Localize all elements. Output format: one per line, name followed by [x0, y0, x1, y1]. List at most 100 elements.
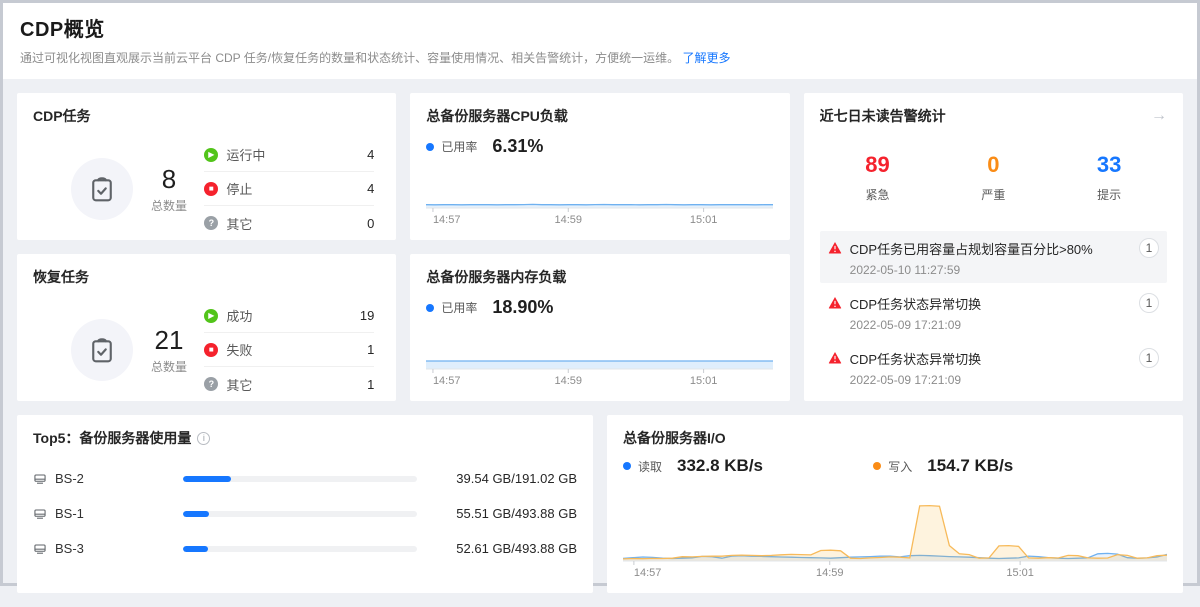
usage-value: 52.61 GB/493.88 GB — [417, 541, 577, 556]
read-value: 332.8 KB/s — [677, 456, 763, 476]
usage-bar — [183, 476, 417, 482]
page-header: CDP概览 通过可视化视图直观展示当前云平台 CDP 任务/恢复任务的数量和状态… — [3, 3, 1197, 79]
cdp-tasks-total: 8 — [151, 164, 187, 195]
alert-title: CDP任务状态异常切换 — [850, 294, 1131, 313]
io-write-legend: 写入 154.7 KB/s — [873, 456, 1123, 476]
alert-stat-notice: 33 提示 — [1051, 152, 1167, 203]
question-status-icon: ? — [204, 216, 218, 230]
svg-text:14:59: 14:59 — [555, 214, 583, 226]
severe-label: 严重 — [935, 186, 1051, 203]
learn-more-link[interactable]: 了解更多 — [682, 51, 730, 65]
question-status-icon: ? — [204, 377, 218, 391]
status-value: 19 — [360, 308, 374, 323]
info-icon[interactable]: i — [197, 432, 210, 445]
status-value: 1 — [367, 342, 374, 357]
svg-text:14:57: 14:57 — [433, 214, 461, 226]
status-label: 成功 — [226, 306, 360, 325]
alert-timestamp: 2022-05-09 17:21:09 — [850, 373, 1159, 387]
cpu-load-card: 总备份服务器CPU负载 已用率 6.31% 14:5714:5915:01 — [410, 93, 789, 240]
critical-count: 89 — [820, 152, 936, 178]
server-name: BS-2 — [55, 471, 84, 486]
alerts-card: 近七日未读告警统计 → 89 紧急 0 严重 33 提示 — [804, 93, 1183, 401]
notice-count: 33 — [1051, 152, 1167, 178]
write-legend-dot — [873, 462, 881, 470]
top5-usage-card: Top5：备份服务器使用量 i BS-2 39.54 GB/191.02 GB — [17, 415, 593, 593]
clipboard-icon — [71, 319, 133, 381]
io-chart[interactable]: 14:5714:5915:01 — [623, 499, 1167, 580]
io-card: 总备份服务器I/O 读取 332.8 KB/s 写入 154.7 KB/s 14… — [607, 415, 1183, 593]
cdp-tasks-total-label: 总数量 — [151, 197, 187, 214]
alert-list: CDP任务已用容量占规划容量百分比>80% 1 2022-05-10 11:27… — [820, 231, 1167, 393]
status-row-failed: ■ 失败 1 — [204, 333, 374, 367]
top5-rows: BS-2 39.54 GB/191.02 GB BS-1 55.51 GB/4 — [33, 461, 577, 566]
io-read-legend: 读取 332.8 KB/s — [623, 456, 873, 476]
recovery-tasks-status-list: ▶ 成功 19 ■ 失败 1 ? 其它 1 — [204, 299, 374, 401]
write-label: 写入 — [888, 458, 912, 475]
status-value: 4 — [367, 147, 374, 162]
recovery-tasks-title: 恢复任务 — [33, 267, 380, 287]
memory-usage-chart[interactable]: 14:5714:5915:01 — [426, 329, 773, 388]
warning-triangle-icon — [828, 296, 842, 310]
cpu-usage-chart[interactable]: 14:57 14:59 15:01 — [426, 168, 773, 227]
alert-item[interactable]: CDP任务已用容量占规划容量百分比>80% 1 2022-05-10 11:27… — [820, 231, 1167, 283]
stopped-status-icon: ■ — [204, 182, 218, 196]
status-label: 运行中 — [226, 145, 367, 164]
alert-title: CDP任务已用容量占规划容量百分比>80% — [850, 239, 1131, 258]
alerts-stats: 89 紧急 0 严重 33 提示 — [820, 152, 1167, 203]
alert-title: CDP任务状态异常切换 — [850, 349, 1131, 368]
alert-stat-critical: 89 紧急 — [820, 152, 936, 203]
alerts-title: 近七日未读告警统计 — [820, 106, 946, 126]
alert-count-badge: 1 — [1139, 293, 1159, 313]
recovery-tasks-total: 21 — [151, 325, 187, 356]
memory-load-card: 总备份服务器内存负载 已用率 18.90% 14:5714:5915:01 — [410, 254, 789, 401]
usage-value: 55.51 GB/493.88 GB — [417, 506, 577, 521]
page-title: CDP概览 — [20, 13, 1180, 42]
read-legend-dot — [623, 462, 631, 470]
server-usage-row: BS-1 55.51 GB/493.88 GB — [33, 496, 577, 531]
recovery-tasks-card: 恢复任务 21 总数量 ▶ — [17, 254, 396, 401]
cdp-tasks-title: CDP任务 — [33, 106, 380, 126]
running-status-icon: ▶ — [204, 148, 218, 162]
page-subtitle-text: 通过可视化视图直观展示当前云平台 CDP 任务/恢复任务的数量和状态统计、容量使… — [20, 51, 679, 65]
backup-server-icon — [33, 542, 47, 556]
server-name: BS-3 — [55, 541, 84, 556]
warning-triangle-icon — [828, 351, 842, 365]
severe-count: 0 — [935, 152, 1051, 178]
alert-timestamp: 2022-05-09 17:21:09 — [850, 318, 1159, 332]
memory-legend-label: 已用率 — [441, 299, 477, 316]
cpu-legend-dot — [426, 143, 434, 151]
svg-text:14:57: 14:57 — [634, 567, 662, 579]
usage-bar — [183, 546, 417, 552]
backup-server-icon — [33, 472, 47, 486]
status-row-other: ? 其它 0 — [204, 206, 374, 240]
cdp-tasks-status-list: ▶ 运行中 4 ■ 停止 4 ? 其它 0 — [204, 138, 374, 240]
alert-item[interactable]: CDP任务状态异常切换 1 2022-05-09 17:21:09 — [820, 286, 1167, 338]
notice-label: 提示 — [1051, 186, 1167, 203]
alert-count-badge: 1 — [1139, 348, 1159, 368]
server-usage-row: BS-2 39.54 GB/191.02 GB — [33, 461, 577, 496]
alert-count-badge: 1 — [1139, 238, 1159, 258]
status-value: 0 — [367, 216, 374, 231]
page-subtitle: 通过可视化视图直观展示当前云平台 CDP 任务/恢复任务的数量和状态统计、容量使… — [20, 49, 1180, 66]
arrow-right-icon[interactable]: → — [1151, 108, 1167, 124]
failed-status-icon: ■ — [204, 343, 218, 357]
server-usage-row: BS-3 52.61 GB/493.88 GB — [33, 531, 577, 566]
memory-usage-value: 18.90% — [492, 297, 553, 318]
cdp-tasks-card: CDP任务 8 总数量 ▶ — [17, 93, 396, 240]
status-row-other: ? 其它 1 — [204, 367, 374, 401]
usage-bar — [183, 511, 417, 517]
alert-timestamp: 2022-05-10 11:27:59 — [850, 263, 1159, 277]
write-value: 154.7 KB/s — [927, 456, 1013, 476]
memory-load-title: 总备份服务器内存负载 — [426, 267, 773, 287]
usage-value: 39.54 GB/191.02 GB — [417, 471, 577, 486]
backup-server-icon — [33, 507, 47, 521]
svg-text:15:01: 15:01 — [690, 214, 718, 226]
status-value: 4 — [367, 181, 374, 196]
svg-text:14:57: 14:57 — [433, 375, 461, 387]
server-name: BS-1 — [55, 506, 84, 521]
memory-legend-dot — [426, 304, 434, 312]
alert-item[interactable]: CDP任务状态异常切换 1 2022-05-09 17:21:09 — [820, 341, 1167, 393]
recovery-tasks-total-label: 总数量 — [151, 358, 187, 375]
read-label: 读取 — [638, 458, 662, 475]
clipboard-icon — [71, 158, 133, 220]
